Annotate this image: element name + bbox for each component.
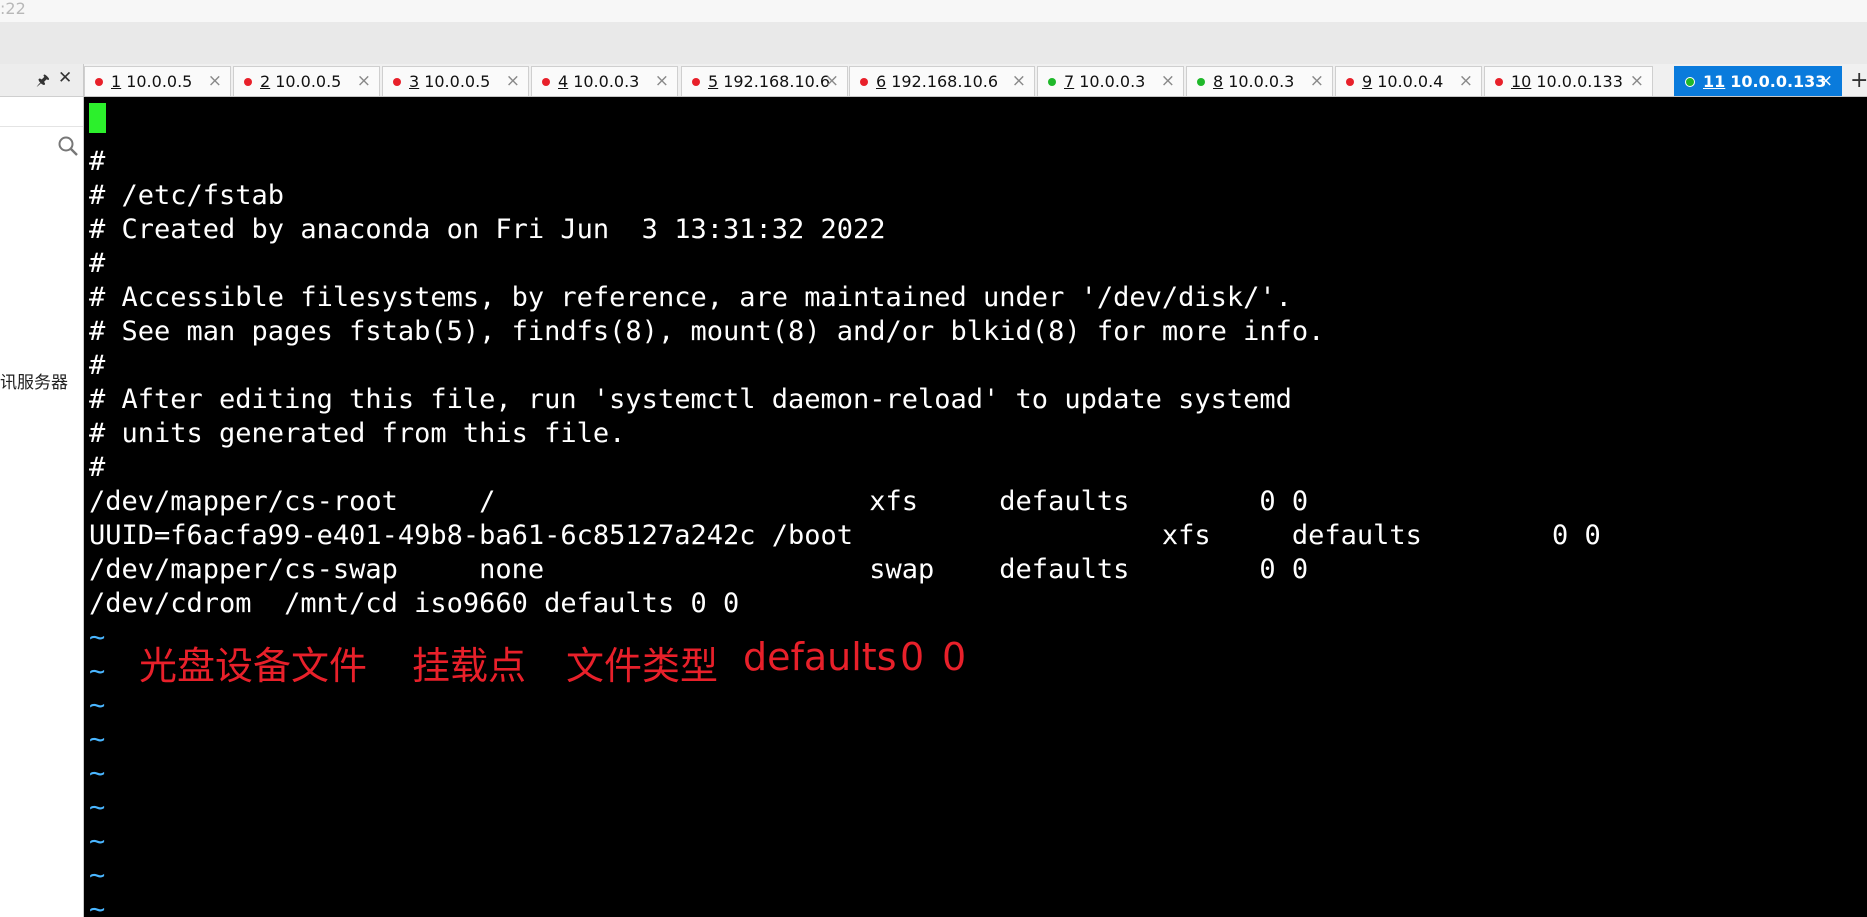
annotation-device: 光盘设备文件 bbox=[139, 644, 368, 688]
annotation-options: defaults bbox=[743, 635, 897, 679]
tab-close-icon[interactable]: × bbox=[1012, 71, 1026, 91]
status-dot bbox=[1346, 77, 1354, 86]
terminal-line: # Created by anaconda on Fri Jun 3 13:31… bbox=[89, 214, 886, 245]
status-dot bbox=[542, 77, 550, 86]
terminal-line: /dev/mapper/cs-root / xfs defaults 0 0 bbox=[89, 486, 1309, 517]
toolbar-area bbox=[0, 22, 1867, 64]
vim-empty-line-tilde: ~ bbox=[89, 826, 106, 857]
tab-host: 192.168.10.6 bbox=[891, 72, 999, 91]
session-tab-bar: 1 10.0.0.5 × 2 10.0.0.5 × 3 10.0.0.5 × 4 10.0.0.3 ×… bbox=[84, 64, 1867, 97]
tab-host: 10.0.0.4 bbox=[1377, 72, 1444, 91]
session-search-input[interactable] bbox=[0, 98, 83, 156]
terminal-line: # After editing this file, run 'systemct… bbox=[89, 384, 1292, 415]
tab-number: 3 bbox=[409, 72, 420, 91]
vim-empty-line-tilde: ~ bbox=[89, 724, 106, 755]
terminal-line: # bbox=[89, 248, 106, 279]
tab-host: 192.168.10.6 bbox=[723, 72, 831, 91]
terminal-text: # # /etc/fstab # Created by anaconda on Fr… bbox=[89, 111, 1601, 917]
tab-session-4[interactable]: 4 10.0.0.3 × bbox=[531, 66, 678, 96]
panel-header: 🖈 ✕ bbox=[0, 64, 83, 97]
tab-close-icon[interactable]: × bbox=[208, 71, 222, 91]
status-dot bbox=[692, 77, 700, 86]
vim-empty-line-tilde: ~ bbox=[89, 792, 106, 823]
status-dot bbox=[1197, 77, 1205, 86]
tab-session-7[interactable]: 7 10.0.0.3 × bbox=[1037, 66, 1184, 96]
tab-number: 1 bbox=[111, 72, 122, 91]
tab-number: 11 bbox=[1703, 72, 1726, 91]
tab-host: 10.0.0.133 bbox=[1536, 72, 1623, 91]
tab-host: 10.0.0.3 bbox=[1228, 72, 1295, 91]
annotation-mount-point: 挂载点 bbox=[412, 644, 527, 688]
tab-close-icon[interactable]: × bbox=[506, 71, 520, 91]
tab-session-3[interactable]: 3 10.0.0.5 × bbox=[382, 66, 529, 96]
tab-session-6[interactable]: 6 192.168.10.6 × bbox=[849, 66, 1035, 96]
status-dot bbox=[1495, 77, 1503, 86]
annotation-pass: 0 bbox=[942, 635, 967, 679]
search-icon[interactable] bbox=[57, 135, 79, 157]
status-dot bbox=[860, 77, 868, 86]
tab-session-8[interactable]: 8 10.0.0.3 × bbox=[1186, 66, 1333, 96]
status-dot bbox=[244, 77, 252, 86]
top-strip: :22 bbox=[0, 0, 1867, 22]
tab-host: 10.0.0.5 bbox=[126, 72, 193, 91]
terminal-line: # bbox=[89, 452, 106, 483]
clock-fragment: :22 bbox=[0, 0, 26, 18]
tab-host: 10.0.0.3 bbox=[1079, 72, 1146, 91]
vim-empty-line-tilde: ~ bbox=[89, 894, 106, 917]
annotation-fs-type: 文件类型 bbox=[566, 644, 719, 688]
tab-host: 10.0.0.5 bbox=[424, 72, 491, 91]
terminal-line: UUID=f6acfa99-e401-49b8-ba61-6c85127a242… bbox=[89, 520, 1601, 551]
tab-session-11[interactable]: 11 10.0.0.133 × bbox=[1674, 66, 1842, 96]
pin-icon[interactable]: 🖈 bbox=[36, 70, 50, 95]
status-dot bbox=[393, 77, 401, 86]
tab-session-5[interactable]: 5 192.168.10.6 × bbox=[681, 66, 848, 96]
tab-close-icon[interactable]: × bbox=[1161, 71, 1175, 91]
tab-number: 5 bbox=[708, 72, 719, 91]
tab-host: 10.0.0.3 bbox=[573, 72, 640, 91]
tab-session-10[interactable]: 10 10.0.0.133 × bbox=[1484, 66, 1653, 96]
status-dot bbox=[1048, 77, 1056, 86]
add-tab-button[interactable]: + bbox=[1850, 68, 1867, 93]
tab-close-icon[interactable]: × bbox=[1819, 71, 1833, 91]
tab-session-2[interactable]: 2 10.0.0.5 × bbox=[233, 66, 380, 96]
tab-close-icon[interactable]: × bbox=[655, 71, 669, 91]
annotation-dump: 0 bbox=[900, 635, 925, 679]
tab-number: 7 bbox=[1064, 72, 1075, 91]
tab-close-icon[interactable]: × bbox=[1459, 71, 1473, 91]
tab-close-icon[interactable]: × bbox=[1630, 71, 1644, 91]
tab-host: 10.0.0.133 bbox=[1730, 72, 1827, 91]
tab-number: 8 bbox=[1213, 72, 1224, 91]
tab-close-icon[interactable]: × bbox=[357, 71, 371, 91]
tab-number: 2 bbox=[260, 72, 271, 91]
tab-number: 9 bbox=[1362, 72, 1373, 91]
server-group-label[interactable]: 讯服务器 bbox=[0, 368, 68, 393]
terminal-line: /dev/mapper/cs-swap none swap defaults 0… bbox=[89, 554, 1309, 585]
terminal-line: /dev/cdrom /mnt/cd iso9660 defaults 0 0 bbox=[89, 588, 740, 619]
tab-number: 6 bbox=[876, 72, 887, 91]
terminal-line: # bbox=[89, 350, 106, 381]
tab-host: 10.0.0.5 bbox=[275, 72, 342, 91]
vim-empty-line-tilde: ~ bbox=[89, 860, 106, 891]
tab-number: 10 bbox=[1511, 72, 1532, 91]
terminal-line: # /etc/fstab bbox=[89, 180, 285, 211]
vim-empty-line-tilde: ~ bbox=[89, 690, 106, 721]
terminal-line: # bbox=[89, 146, 106, 177]
tab-close-icon[interactable]: × bbox=[825, 71, 839, 91]
terminal-line: # See man pages fstab(5), findfs(8), mou… bbox=[89, 316, 1325, 347]
terminal-line: # Accessible filesystems, by reference, … bbox=[89, 282, 1292, 313]
status-dot bbox=[1685, 76, 1695, 87]
terminal-screen[interactable]: # # /etc/fstab # Created by anaconda on Fr… bbox=[84, 97, 1867, 917]
tab-close-icon[interactable]: × bbox=[1310, 71, 1324, 91]
terminal-line: # units generated from this file. bbox=[89, 418, 626, 449]
tab-number: 4 bbox=[558, 72, 569, 91]
session-panel: 🖈 ✕ 讯服务器 bbox=[0, 64, 84, 917]
status-dot bbox=[95, 77, 103, 86]
tab-session-9[interactable]: 9 10.0.0.4 × bbox=[1335, 66, 1482, 96]
vim-empty-line-tilde: ~ bbox=[89, 758, 106, 789]
tab-session-1[interactable]: 1 10.0.0.5 × bbox=[84, 66, 231, 96]
close-icon[interactable]: ✕ bbox=[58, 68, 72, 88]
